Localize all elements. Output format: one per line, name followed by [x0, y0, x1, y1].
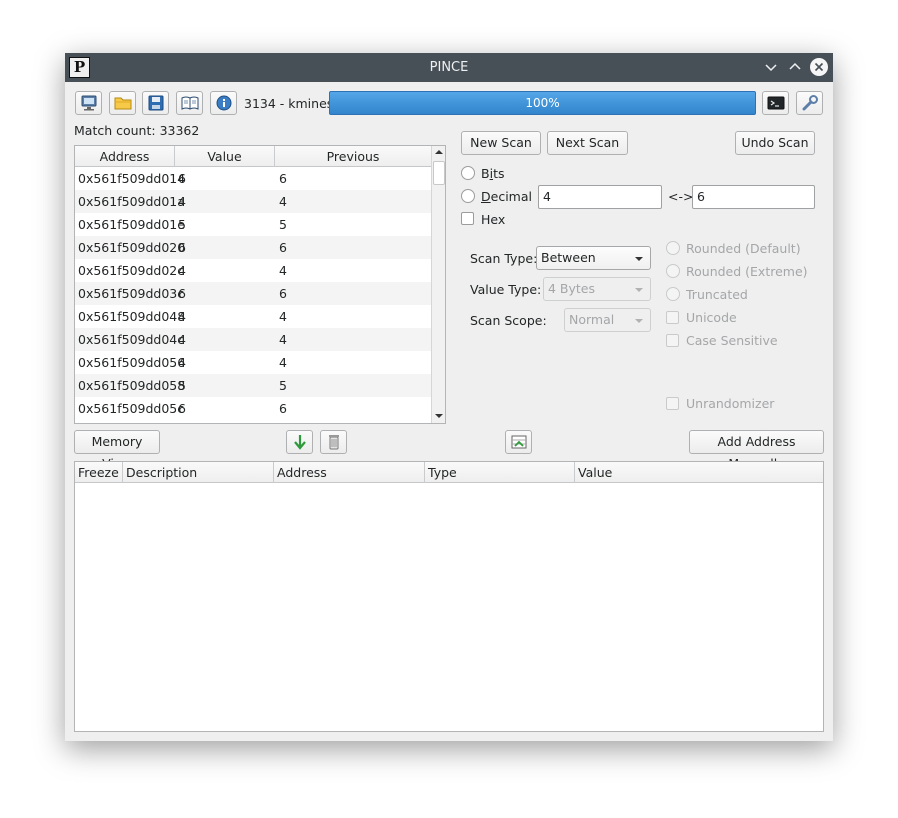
save-file-button[interactable]: [142, 91, 169, 115]
case-sensitive-checkbox[interactable]: [666, 334, 679, 347]
address-table-header: Freeze Description Address Type Value: [75, 462, 823, 483]
value-type-select[interactable]: 4 Bytes: [543, 277, 651, 301]
match-count: Match count: 33362: [74, 123, 200, 138]
chevron-down-icon: [635, 257, 643, 261]
chevron-down-icon: [635, 288, 643, 292]
new-scan-button[interactable]: New Scan: [461, 131, 541, 155]
console-icon: [767, 96, 785, 110]
table-row[interactable]: 0x561f509dd048 4 4: [75, 305, 431, 328]
decimal-radio[interactable]: [461, 189, 475, 203]
delete-address-button[interactable]: [320, 430, 347, 454]
wiki-book-icon: [181, 96, 199, 110]
table-row[interactable]: 0x561f509dd056 4 4: [75, 351, 431, 374]
table-row[interactable]: 0x561f509dd01a 4 4: [75, 190, 431, 213]
scan-results-table[interactable]: Address Value Previous 0x561f509dd014 6 6 …: [74, 145, 446, 424]
unrandomizer-checkbox[interactable]: [666, 397, 679, 410]
wiki-button[interactable]: [176, 91, 203, 115]
rounded-extreme-radio[interactable]: [666, 264, 680, 278]
results-col-address[interactable]: Address: [75, 146, 175, 167]
addr-col-address[interactable]: Address: [274, 462, 425, 483]
unicode-label: Unicode: [686, 310, 737, 325]
add-address-manually-button[interactable]: Add Address Manually: [689, 430, 824, 471]
copy-to-address-table-button[interactable]: [286, 430, 313, 454]
rounded-default-label: Rounded (Default): [686, 241, 801, 256]
results-col-previous[interactable]: Previous: [275, 146, 431, 167]
open-file-button[interactable]: [109, 91, 136, 115]
table-row[interactable]: 0x561f509dd014 6 6: [75, 167, 431, 190]
arrow-down-icon: [294, 435, 306, 450]
addr-col-type[interactable]: Type: [425, 462, 575, 483]
scan-progress-bar: 100%: [329, 91, 756, 115]
title-bar: P PINCE: [65, 53, 833, 82]
about-info-icon: [216, 95, 232, 111]
between-separator: <->: [668, 189, 694, 204]
table-row[interactable]: 0x561f509dd058 5 5: [75, 374, 431, 397]
results-scrollbar[interactable]: [431, 146, 445, 423]
truncated-radio[interactable]: [666, 287, 680, 301]
addr-col-freeze[interactable]: Freeze: [75, 462, 123, 483]
open-file-icon: [114, 97, 132, 110]
close-icon: [810, 58, 828, 76]
addr-col-value[interactable]: Value: [575, 462, 823, 483]
unrandomizer-label: Unrandomizer: [686, 396, 775, 411]
results-col-value[interactable]: Value: [175, 146, 275, 167]
refresh-table-button[interactable]: [505, 430, 532, 454]
case-sensitive-label: Case Sensitive: [686, 333, 778, 348]
table-row[interactable]: 0x561f509dd03c 6 6: [75, 282, 431, 305]
process-label: 3134 - kmines: [244, 96, 334, 111]
close-button[interactable]: [810, 58, 828, 76]
scan-type-select[interactable]: Between: [536, 246, 651, 270]
address-table[interactable]: Freeze Description Address Type Value: [74, 461, 824, 732]
chevron-up-icon: [789, 62, 801, 70]
trash-icon: [329, 435, 339, 450]
scroll-down-arrow-icon[interactable]: [435, 413, 443, 419]
scan-type-label: Scan Type:: [470, 251, 538, 266]
next-scan-button[interactable]: Next Scan: [547, 131, 628, 155]
chevron-down-icon: [635, 319, 643, 323]
memory-view-button[interactable]: Memory View: [74, 430, 160, 471]
maximize-button[interactable]: [786, 58, 804, 76]
table-row[interactable]: 0x561f509dd01e 5 5: [75, 213, 431, 236]
scan-value-input-1[interactable]: 4: [538, 185, 662, 209]
scan-value-input-2[interactable]: 6: [692, 185, 815, 209]
hex-label: Hex: [481, 212, 506, 227]
results-header: Address Value Previous: [75, 146, 431, 167]
scroll-up-arrow-icon[interactable]: [435, 149, 443, 155]
pince-window: P PINCE 3134 - kmines 100% Match count: …: [65, 53, 833, 741]
rounded-default-radio[interactable]: [666, 241, 680, 255]
attach-process-button[interactable]: [75, 91, 102, 115]
save-file-icon: [148, 95, 164, 111]
scan-scope-label: Scan Scope:: [470, 313, 547, 328]
settings-button[interactable]: [796, 91, 823, 115]
scan-scope-select[interactable]: Normal: [564, 308, 651, 332]
window-title: PINCE: [429, 60, 469, 75]
rounded-extreme-label: Rounded (Extreme): [686, 264, 808, 279]
table-row[interactable]: 0x561f509dd04c 4 4: [75, 328, 431, 351]
addr-col-description[interactable]: Description: [123, 462, 274, 483]
table-row[interactable]: 0x561f509dd02c 4 4: [75, 259, 431, 282]
value-type-label: Value Type:: [470, 282, 542, 297]
undo-scan-button[interactable]: Undo Scan: [735, 131, 815, 155]
attach-process-icon: [81, 95, 97, 111]
refresh-table-icon: [511, 435, 527, 449]
table-row[interactable]: 0x561f509dd020 6 6: [75, 236, 431, 259]
truncated-label: Truncated: [686, 287, 748, 302]
bits-label: Bits: [481, 166, 505, 181]
unicode-checkbox[interactable]: [666, 311, 679, 324]
console-button[interactable]: [762, 91, 789, 115]
decimal-label: Decimal: [481, 189, 532, 204]
chevron-down-icon: [765, 64, 777, 72]
settings-wrench-icon: [802, 95, 818, 111]
hex-checkbox[interactable]: [461, 212, 474, 225]
scrollbar-thumb[interactable]: [433, 161, 445, 185]
about-button[interactable]: [210, 91, 237, 115]
table-row[interactable]: 0x561f509dd05c 6 6: [75, 397, 431, 420]
bits-radio[interactable]: [461, 166, 475, 180]
minimize-button[interactable]: [762, 58, 780, 76]
